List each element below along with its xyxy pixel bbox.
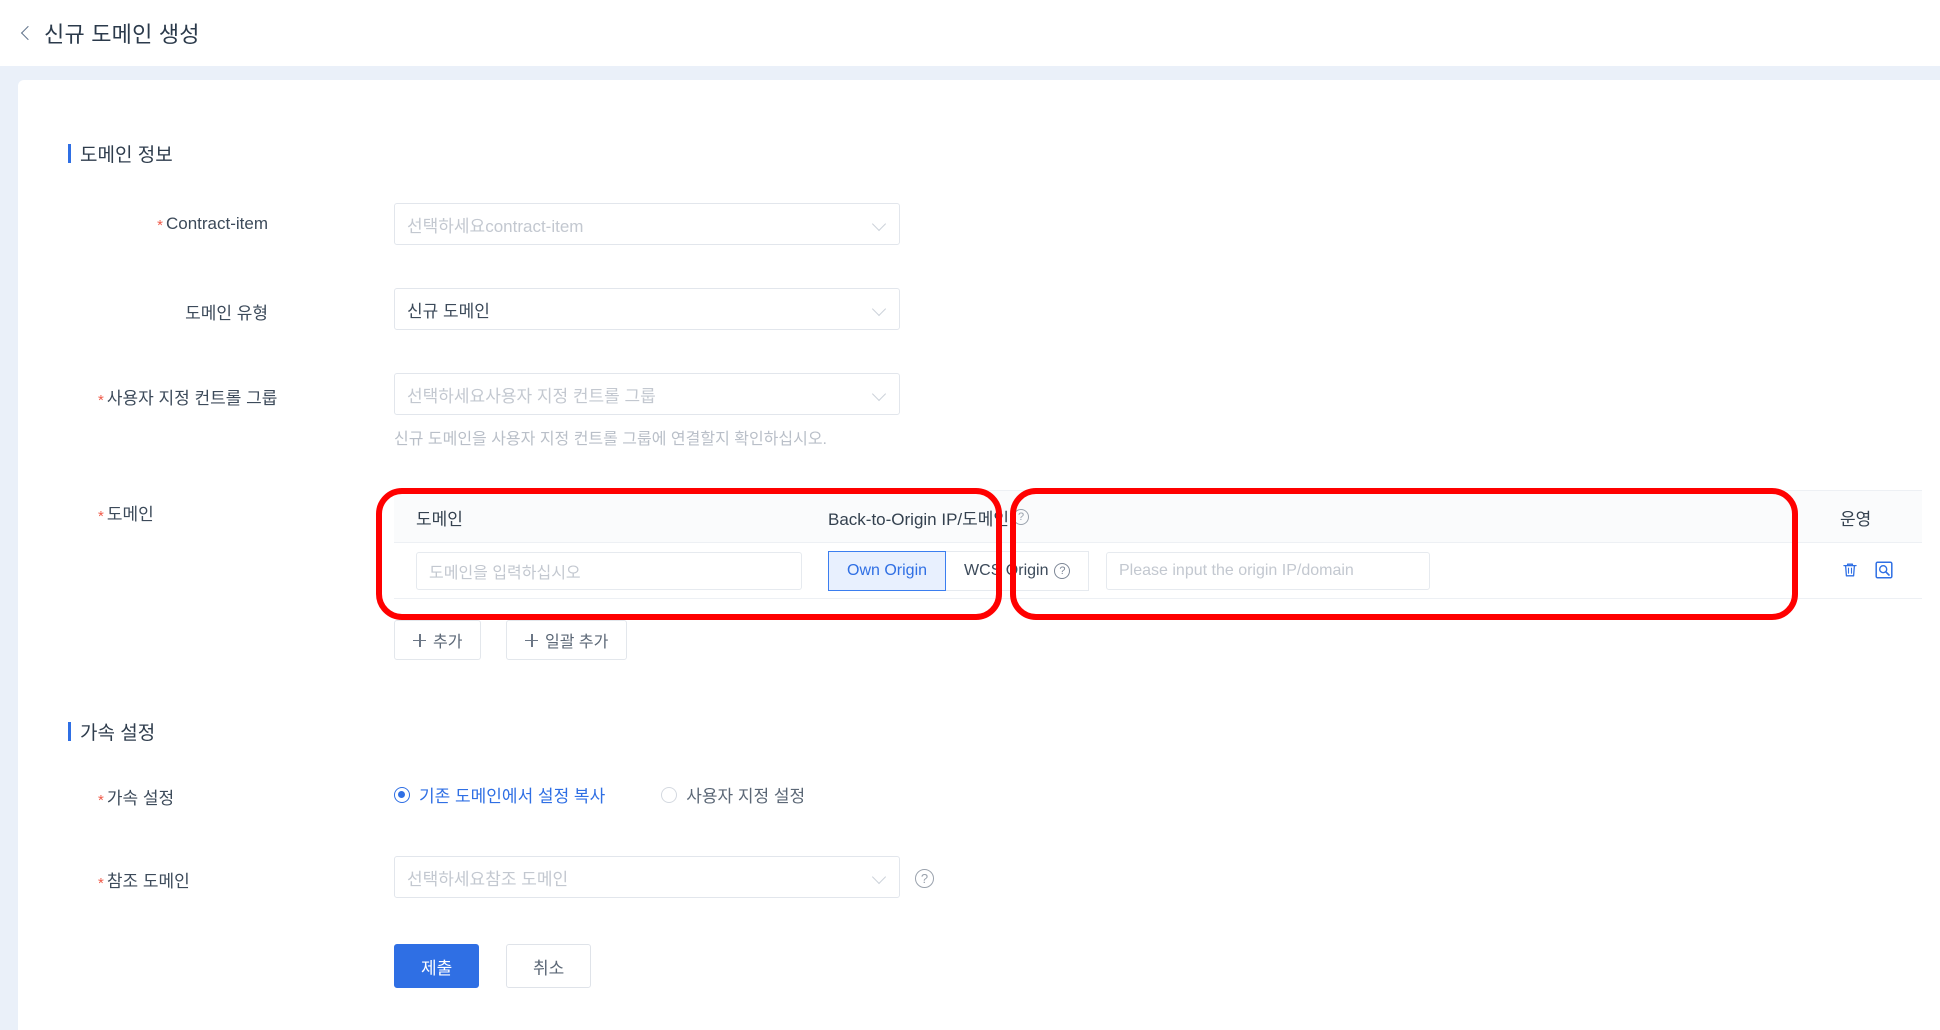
reference-domain-select[interactable]: 선택하세요참조 도메인 bbox=[394, 856, 900, 898]
chevron-down-icon bbox=[873, 870, 887, 884]
column-header-origin-text: Back-to-Origin IP/도메인 bbox=[828, 505, 1009, 530]
add-row-button[interactable]: 추가 bbox=[394, 620, 481, 660]
reference-domain-value: 선택하세요참조 도메인 bbox=[407, 865, 873, 890]
radio-copy-from-existing-domain[interactable]: 기존 도메인에서 설정 복사 bbox=[394, 782, 605, 807]
chevron-down-icon bbox=[873, 387, 887, 401]
origin-type-own-origin-label: Own Origin bbox=[847, 562, 927, 580]
radio-dot bbox=[394, 787, 410, 803]
origin-ip-domain-placeholder: Please input the origin IP/domain bbox=[1119, 562, 1354, 580]
contract-item-value: 선택하세요contract-item bbox=[407, 212, 873, 237]
chevron-down-icon bbox=[873, 217, 887, 231]
batch-add-button[interactable]: 일괄 추가 bbox=[506, 620, 627, 660]
section-title-domain-info: 도메인 정보 bbox=[68, 140, 173, 167]
chevron-down-icon bbox=[873, 302, 887, 316]
section-title-text: 도메인 정보 bbox=[80, 140, 173, 167]
table-row: 도메인을 입력하십시오 Own Origin WCS Origin ? Plea… bbox=[394, 543, 1922, 599]
label-domain: *도메인 bbox=[98, 500, 154, 525]
contract-item-select[interactable]: 선택하세요contract-item bbox=[394, 203, 900, 245]
column-header-operations: 운영 bbox=[1840, 491, 1871, 543]
radio-copy-from-existing-domain-label: 기존 도메인에서 설정 복사 bbox=[419, 782, 605, 807]
column-header-domain: 도메인 bbox=[416, 491, 463, 543]
search-box-icon[interactable] bbox=[1874, 560, 1894, 580]
question-circle-icon[interactable]: ? bbox=[915, 869, 934, 888]
page-title: 신규 도메인 생성 bbox=[44, 17, 200, 49]
domain-table: 도메인 Back-to-Origin IP/도메인 ? 운영 도메인을 입력하십… bbox=[394, 490, 1922, 590]
question-circle-icon[interactable]: ? bbox=[1013, 509, 1029, 525]
required-asterisk: * bbox=[98, 392, 104, 409]
section-title-text: 가속 설정 bbox=[80, 718, 155, 745]
radio-custom-setting[interactable]: 사용자 지정 설정 bbox=[661, 782, 805, 807]
label-reference-domain: *참조 도메인 bbox=[98, 867, 190, 892]
accel-setting-radio-group: 기존 도메인에서 설정 복사 사용자 지정 설정 bbox=[394, 782, 805, 807]
add-row-label: 추가 bbox=[433, 628, 462, 652]
radio-custom-setting-label: 사용자 지정 설정 bbox=[686, 782, 805, 807]
required-asterisk: * bbox=[98, 792, 104, 809]
origin-type-segmented-control: Own Origin WCS Origin ? bbox=[828, 551, 1089, 591]
control-group-helper-text: 신규 도메인을 사용자 지정 컨트롤 그룹에 연결할지 확인하십시오. bbox=[394, 425, 827, 449]
label-accel-setting: *가속 설정 bbox=[98, 784, 174, 809]
plus-icon bbox=[413, 634, 426, 647]
domain-table-header: 도메인 Back-to-Origin IP/도메인 ? 운영 bbox=[394, 491, 1922, 543]
chevron-left-icon[interactable] bbox=[18, 25, 34, 41]
origin-ip-domain-input[interactable]: Please input the origin IP/domain bbox=[1106, 552, 1430, 590]
column-header-origin: Back-to-Origin IP/도메인 ? bbox=[828, 491, 1029, 543]
label-domain-type: 도메인 유형 bbox=[98, 299, 268, 324]
required-asterisk: * bbox=[98, 508, 104, 525]
row-operations bbox=[1840, 560, 1894, 580]
section-accent-bar bbox=[68, 722, 71, 741]
domain-type-select[interactable]: 신규 도메인 bbox=[394, 288, 900, 330]
control-group-value: 선택하세요사용자 지정 컨트롤 그룹 bbox=[407, 382, 873, 407]
radio-dot bbox=[661, 787, 677, 803]
section-title-acceleration: 가속 설정 bbox=[68, 718, 155, 745]
control-group-select[interactable]: 선택하세요사용자 지정 컨트롤 그룹 bbox=[394, 373, 900, 415]
origin-type-own-origin-button[interactable]: Own Origin bbox=[828, 551, 946, 591]
origin-type-wcs-origin-button[interactable]: WCS Origin ? bbox=[946, 551, 1089, 591]
label-contract-item: *Contract-item bbox=[98, 214, 268, 234]
trash-icon[interactable] bbox=[1840, 560, 1860, 580]
batch-add-label: 일괄 추가 bbox=[545, 628, 608, 652]
question-circle-icon[interactable]: ? bbox=[1054, 563, 1070, 579]
domain-input[interactable]: 도메인을 입력하십시오 bbox=[416, 552, 802, 590]
submit-button[interactable]: 제출 bbox=[394, 944, 479, 988]
section-accent-bar bbox=[68, 144, 71, 163]
required-asterisk: * bbox=[98, 875, 104, 892]
required-asterisk: * bbox=[157, 217, 163, 234]
plus-icon bbox=[525, 634, 538, 647]
top-header-bar: 신규 도메인 생성 bbox=[0, 0, 1940, 66]
origin-type-wcs-origin-label: WCS Origin bbox=[964, 562, 1048, 580]
cancel-button[interactable]: 취소 bbox=[506, 944, 591, 988]
domain-type-value: 신규 도메인 bbox=[407, 297, 873, 322]
domain-input-placeholder: 도메인을 입력하십시오 bbox=[429, 559, 581, 583]
label-control-group: *사용자 지정 컨트롤 그룹 bbox=[98, 384, 277, 409]
